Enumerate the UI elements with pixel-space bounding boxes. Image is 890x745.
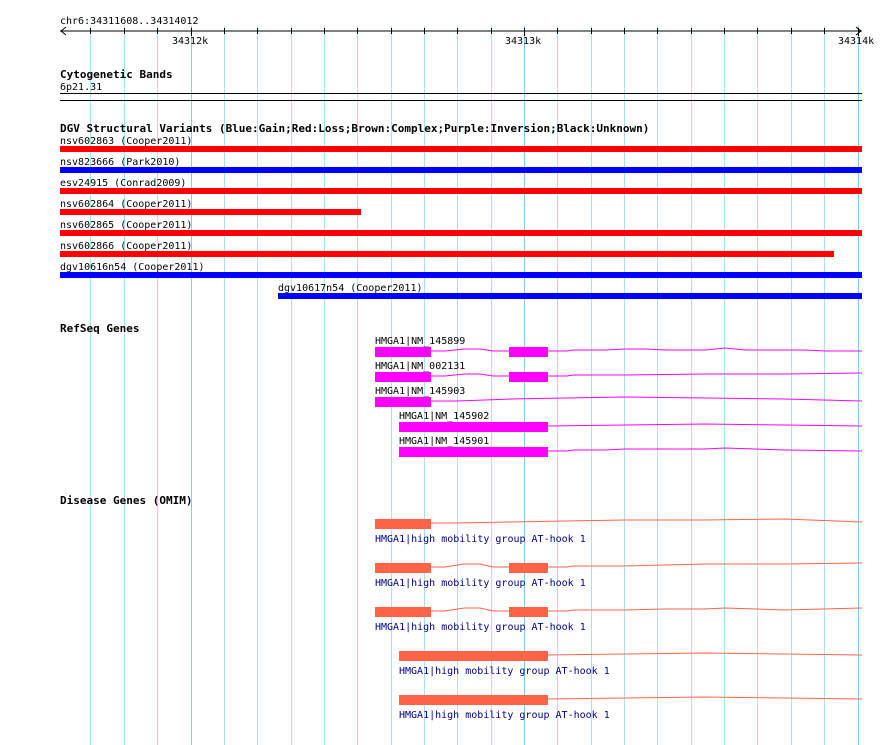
track-title: Disease Genes (OMIM) <box>60 494 192 507</box>
exon[interactable] <box>375 519 431 529</box>
variant-label: nsv823666 (Park2010) <box>60 157 180 168</box>
variant-bar[interactable] <box>60 272 862 278</box>
variant-bar[interactable] <box>60 167 862 173</box>
track-title: Cytogenetic Bands <box>60 68 173 81</box>
intron-line <box>548 447 863 452</box>
exon[interactable] <box>399 447 548 457</box>
variant-feature[interactable]: nsv602863 (Cooper2011) <box>60 136 862 152</box>
variant-feature[interactable]: nsv602866 (Cooper2011) <box>60 241 834 257</box>
gene-label: HMGA1|NM_145901 <box>399 436 489 447</box>
track-title: RefSeq Genes <box>60 322 139 335</box>
exon[interactable] <box>375 563 431 573</box>
variant-feature[interactable]: esv24915 (Conrad2009) <box>60 178 862 194</box>
gene-feature[interactable]: HMGA1|NM_145899 <box>375 336 862 357</box>
gene-label: HMGA1|NM_145903 <box>375 386 465 397</box>
variant-bar[interactable] <box>60 146 862 152</box>
intron-line <box>547 423 863 427</box>
disease-gene-label: HMGA1|high mobility group AT-hook 1 <box>375 534 586 545</box>
tick-label: 34313k <box>505 36 541 47</box>
intron-line <box>548 607 863 612</box>
disease-gene-feature[interactable]: HMGA1|high mobility group AT-hook 1 <box>375 518 863 545</box>
gene-feature[interactable]: HMGA1|NM_145902 <box>399 411 863 432</box>
track-refseq-genes: RefSeq Genes HMGA1|NM_145899 HMGA1|NM_00… <box>60 322 863 457</box>
intron-line <box>548 347 862 352</box>
tick-label: 34312k <box>172 36 208 47</box>
variant-label: esv24915 (Conrad2009) <box>60 178 186 189</box>
variant-feature[interactable]: nsv602864 (Cooper2011) <box>60 199 361 215</box>
variant-bar[interactable] <box>278 293 862 299</box>
exon[interactable] <box>509 372 548 382</box>
exon[interactable] <box>399 695 548 705</box>
track-cytogenetic-bands: Cytogenetic Bands 6p21.31 <box>60 68 862 101</box>
gene-label: HMGA1|NM_145902 <box>399 411 489 422</box>
gene-feature[interactable]: HMGA1|NM_145903 <box>375 386 863 407</box>
variant-feature[interactable]: nsv823666 (Park2010) <box>60 157 862 173</box>
variant-label: dgv10617n54 (Cooper2011) <box>278 283 423 294</box>
gene-label: HMGA1|NM_002131 <box>375 361 465 372</box>
exon[interactable] <box>375 397 431 407</box>
exon[interactable] <box>399 422 548 432</box>
variant-label: nsv602864 (Cooper2011) <box>60 199 192 210</box>
intron-line <box>547 696 863 700</box>
variant-bar[interactable] <box>60 230 862 236</box>
disease-gene-label: HMGA1|high mobility group AT-hook 1 <box>375 622 586 633</box>
variant-feature[interactable]: dgv10617n54 (Cooper2011) <box>278 283 862 299</box>
disease-gene-label: HMGA1|high mobility group AT-hook 1 <box>375 578 586 589</box>
gene-feature[interactable]: HMGA1|NM_002131 <box>375 361 863 382</box>
variant-label: nsv602865 (Cooper2011) <box>60 220 192 231</box>
variant-label: nsv602863 (Cooper2011) <box>60 136 192 147</box>
exon[interactable] <box>375 607 431 617</box>
ruler[interactable]: chr6:34311608..34314012 34312k 34313k 34… <box>60 16 874 47</box>
gene-label: HMGA1|NM_145899 <box>375 336 465 347</box>
disease-gene-feature[interactable]: HMGA1|high mobility group AT-hook 1 <box>375 607 863 633</box>
genome-browser-panel: chr6:34311608..34314012 34312k 34313k 34… <box>60 16 874 745</box>
intron-line <box>431 373 509 377</box>
exon[interactable] <box>509 607 548 617</box>
exon[interactable] <box>375 372 431 382</box>
intron-line <box>548 372 863 377</box>
tick-label: 34314k <box>838 36 874 47</box>
variant-label: nsv602866 (Cooper2011) <box>60 241 192 252</box>
track-disease-genes-omim: Disease Genes (OMIM) HMGA1|high mobility… <box>60 494 863 721</box>
variant-bar[interactable] <box>60 209 361 215</box>
disease-gene-feature[interactable]: HMGA1|high mobility group AT-hook 1 <box>399 695 863 721</box>
region-label: chr6:34311608..34314012 <box>60 16 198 27</box>
intron-line <box>431 607 509 612</box>
exon[interactable] <box>399 651 548 661</box>
disease-gene-label: HMGA1|high mobility group AT-hook 1 <box>399 666 610 677</box>
intron-line <box>431 518 863 524</box>
track-dgv-structural-variants: DGV Structural Variants (Blue:Gain;Red:L… <box>60 122 862 299</box>
variant-bar[interactable] <box>60 251 834 257</box>
variant-feature[interactable]: nsv602865 (Cooper2011) <box>60 220 862 236</box>
intron-line <box>548 562 863 568</box>
ruler-ticks <box>90 28 859 36</box>
disease-gene-feature[interactable]: HMGA1|high mobility group AT-hook 1 <box>399 651 863 677</box>
track-title: DGV Structural Variants (Blue:Gain;Red:L… <box>60 122 649 135</box>
intron-line <box>547 652 863 656</box>
variant-label: dgv10616n54 (Cooper2011) <box>60 262 205 273</box>
intron-line <box>431 396 863 402</box>
disease-gene-label: HMGA1|high mobility group AT-hook 1 <box>399 710 610 721</box>
exon[interactable] <box>509 347 548 357</box>
variant-bar[interactable] <box>60 188 862 194</box>
exon[interactable] <box>375 347 431 357</box>
gene-feature[interactable]: HMGA1|NM_145901 <box>399 436 863 457</box>
band-label: 6p21.31 <box>60 82 102 93</box>
variant-feature[interactable]: dgv10616n54 (Cooper2011) <box>60 262 862 278</box>
exon[interactable] <box>509 563 548 573</box>
intron-line <box>431 348 509 352</box>
intron-line <box>431 563 509 568</box>
disease-gene-feature[interactable]: HMGA1|high mobility group AT-hook 1 <box>375 562 863 589</box>
